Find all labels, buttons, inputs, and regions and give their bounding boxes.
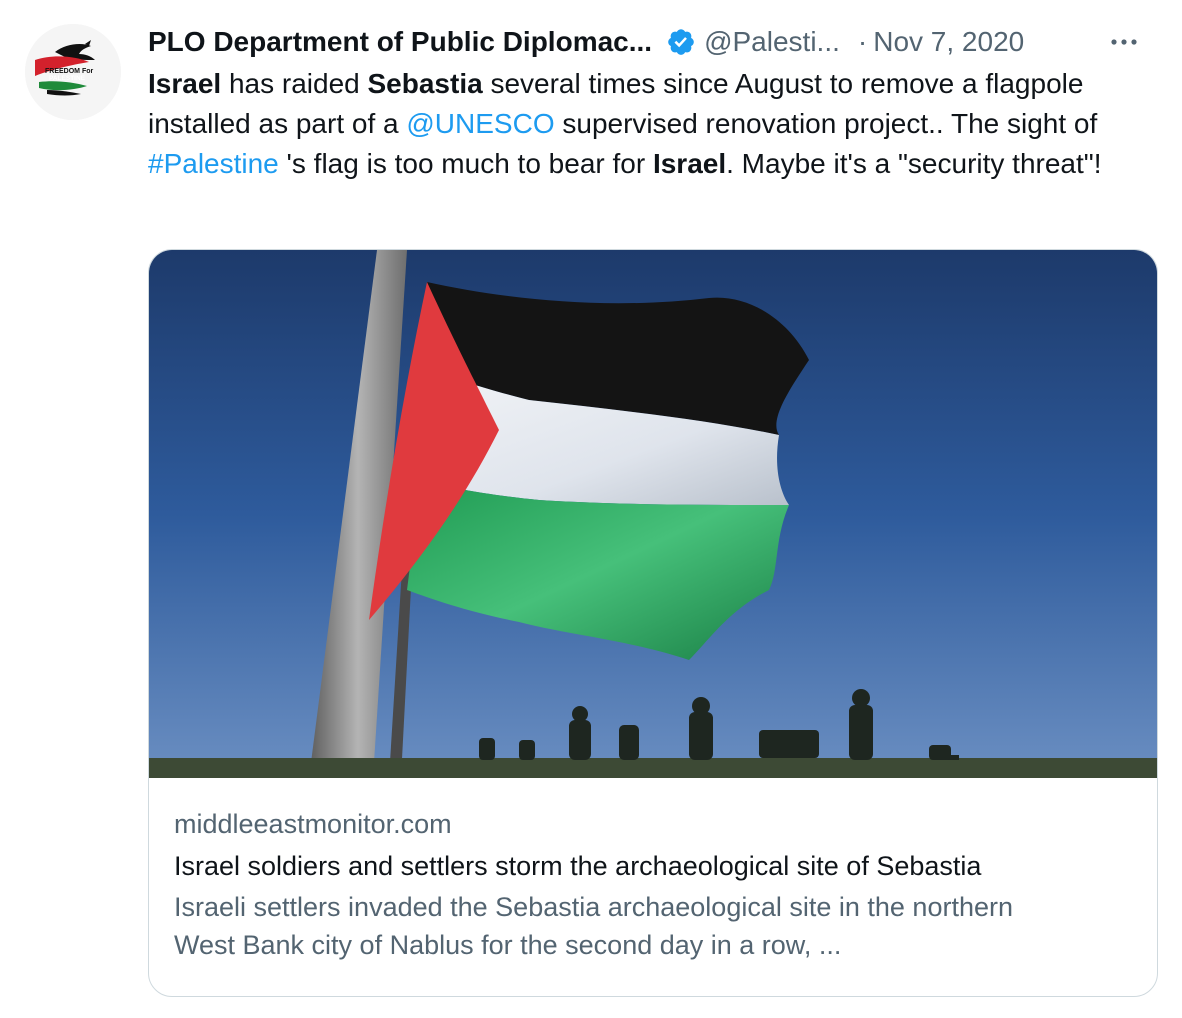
- more-horizontal-icon: [1111, 39, 1137, 45]
- tweet-text: Israel has raided Sebastia several times…: [148, 64, 1153, 184]
- tweet-date[interactable]: Nov 7, 2020: [873, 26, 1024, 58]
- card-domain: middleeastmonitor.com: [174, 809, 452, 839]
- tweet-text-part: 's flag is too much to bear for: [278, 148, 653, 179]
- card-image: [149, 250, 1157, 778]
- card-meta: middleeastmonitor.com Israel soldiers an…: [174, 804, 1134, 964]
- card-description-line: West Bank city of Nablus for the second …: [174, 930, 842, 960]
- mention-link[interactable]: @UNESCO: [406, 108, 554, 139]
- tweet-header: PLO Department of Public Diplomac... @Pa…: [148, 22, 1158, 62]
- tweet-text-bold-israel: Israel: [652, 148, 727, 179]
- separator-dot: ·: [857, 26, 868, 57]
- tweet-text-part: supervised renovation project.. The sigh…: [554, 108, 1098, 139]
- tweet-text-part: . Maybe it's a "security threat"!: [726, 148, 1102, 179]
- display-name[interactable]: PLO Department of Public Diplomac...: [148, 26, 652, 58]
- handle[interactable]: @Palesti...: [704, 26, 840, 58]
- avatar[interactable]: FREEDOM For PALESTINE: [25, 24, 121, 120]
- more-options-button[interactable]: [1102, 22, 1146, 62]
- tweet-text-bold-sebastia: Sebastia: [367, 68, 483, 99]
- card-description-line: Israeli settlers invaded the Sebastia ar…: [174, 892, 1013, 922]
- tweet[interactable]: FREEDOM For PALESTINE PLO Department of …: [0, 0, 1182, 1018]
- tweet-text-part: has raided: [221, 68, 368, 99]
- verified-badge-icon: [668, 29, 694, 55]
- tweet-text-bold-israel: Israel: [148, 68, 222, 99]
- hashtag-link[interactable]: #Palestine: [148, 148, 279, 179]
- freedom-for-palestine-logo-icon: FREEDOM For PALESTINE: [25, 24, 121, 120]
- card-description: Israeli settlers invaded the Sebastia ar…: [174, 888, 1134, 964]
- logo-text-line1: FREEDOM For: [45, 68, 93, 75]
- card-title: Israel soldiers and settlers storm the a…: [174, 851, 982, 881]
- logo-text-line2: PALESTINE: [49, 75, 86, 82]
- link-preview-card[interactable]: middleeastmonitor.com Israel soldiers an…: [148, 249, 1158, 997]
